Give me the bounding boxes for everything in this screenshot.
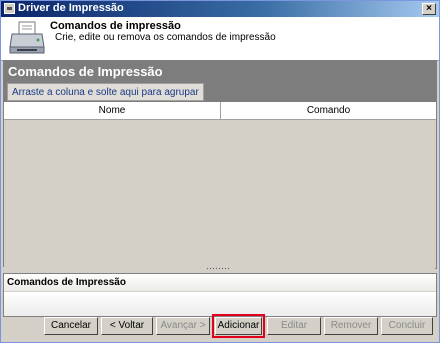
close-button[interactable]: × — [422, 3, 436, 15]
column-header-nome[interactable]: Nome — [4, 102, 221, 119]
window-icon — [4, 3, 15, 14]
header-title: Comandos de impressão — [50, 20, 181, 32]
splitter-grip[interactable] — [206, 267, 230, 271]
group-by-hint[interactable]: Arraste a coluna e solte aqui para agrup… — [7, 83, 204, 101]
next-button[interactable]: Avançar > — [156, 317, 210, 335]
cancel-button[interactable]: Cancelar — [44, 317, 98, 335]
finish-button[interactable]: Concluir — [381, 317, 433, 335]
window-title: Driver de Impressão — [18, 2, 124, 14]
column-headers: Nome Comando — [4, 102, 436, 120]
group-by-area[interactable]: Arraste a coluna e solte aqui para agrup… — [4, 82, 436, 102]
back-button[interactable]: < Voltar — [101, 317, 153, 335]
edit-button[interactable]: Editar — [267, 317, 321, 335]
printer-icon — [9, 21, 45, 54]
add-button[interactable]: Adicionar — [212, 314, 265, 338]
details-title-label: Comandos de Impressão — [7, 277, 126, 288]
header-subtitle: Crie, edite ou remova os comandos de imp… — [55, 32, 276, 43]
wizard-window: Driver de Impressão × Comandos de impres… — [0, 0, 440, 343]
remove-button[interactable]: Remover — [324, 317, 378, 335]
details-body — [4, 292, 436, 316]
wizard-header: Comandos de impressão Crie, edite ou rem… — [1, 17, 439, 61]
commands-grid: Comandos de Impressão Arraste a coluna e… — [3, 60, 437, 269]
column-header-comando[interactable]: Comando — [221, 102, 436, 119]
grid-title-label: Comandos de Impressão — [8, 64, 163, 79]
details-title: Comandos de Impressão — [4, 274, 436, 292]
details-panel: Comandos de Impressão — [3, 273, 437, 317]
grid-title: Comandos de Impressão — [4, 61, 436, 82]
title-bar[interactable]: Driver de Impressão × — [1, 1, 439, 17]
